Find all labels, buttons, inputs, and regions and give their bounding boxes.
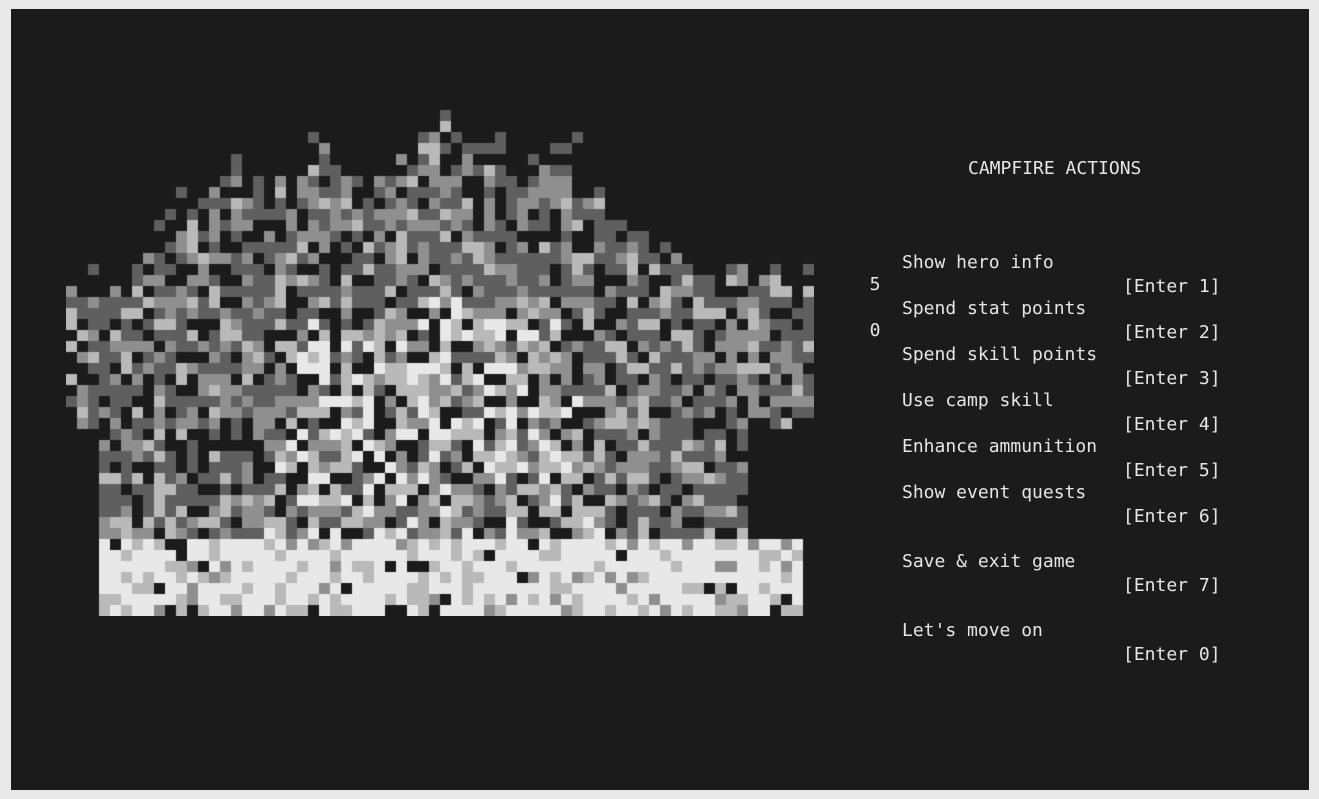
stat-points-count: 5 [869, 274, 881, 295]
menu-item-key: [Enter 0] [1123, 644, 1221, 665]
menu-item-move-on[interactable]: Let's move on [Enter 0] [867, 571, 1227, 665]
menu-item-show-hero-info[interactable]: Show hero info [Enter 1] [867, 203, 1227, 297]
menu-item-key: [Enter 5] [1123, 460, 1221, 481]
menu-item-enhance-ammunition[interactable]: Enhance ammunition [Enter 5] [867, 387, 1227, 481]
menu-item-spend-stat-points[interactable]: 5 Spend stat points [Enter 2] [867, 249, 1227, 343]
campfire-icon [66, 88, 814, 616]
skill-points-count: 0 [869, 320, 881, 341]
menu-item-save-exit-game[interactable]: Save & exit game [Enter 7] [867, 502, 1227, 596]
menu-item-spend-skill-points[interactable]: 0 Spend skill points [Enter 3] [867, 295, 1227, 389]
menu-item-show-event-quests[interactable]: Show event quests [Enter 6] [867, 433, 1227, 527]
menu-item-label: Let's move on [902, 620, 1043, 641]
menu-title: CAMPFIRE ACTIONS [968, 158, 1142, 179]
game-terminal: CAMPFIRE ACTIONS Show hero info [Enter 1… [11, 9, 1309, 790]
menu-item-use-camp-skill[interactable]: Use camp skill [Enter 4] [867, 341, 1227, 435]
